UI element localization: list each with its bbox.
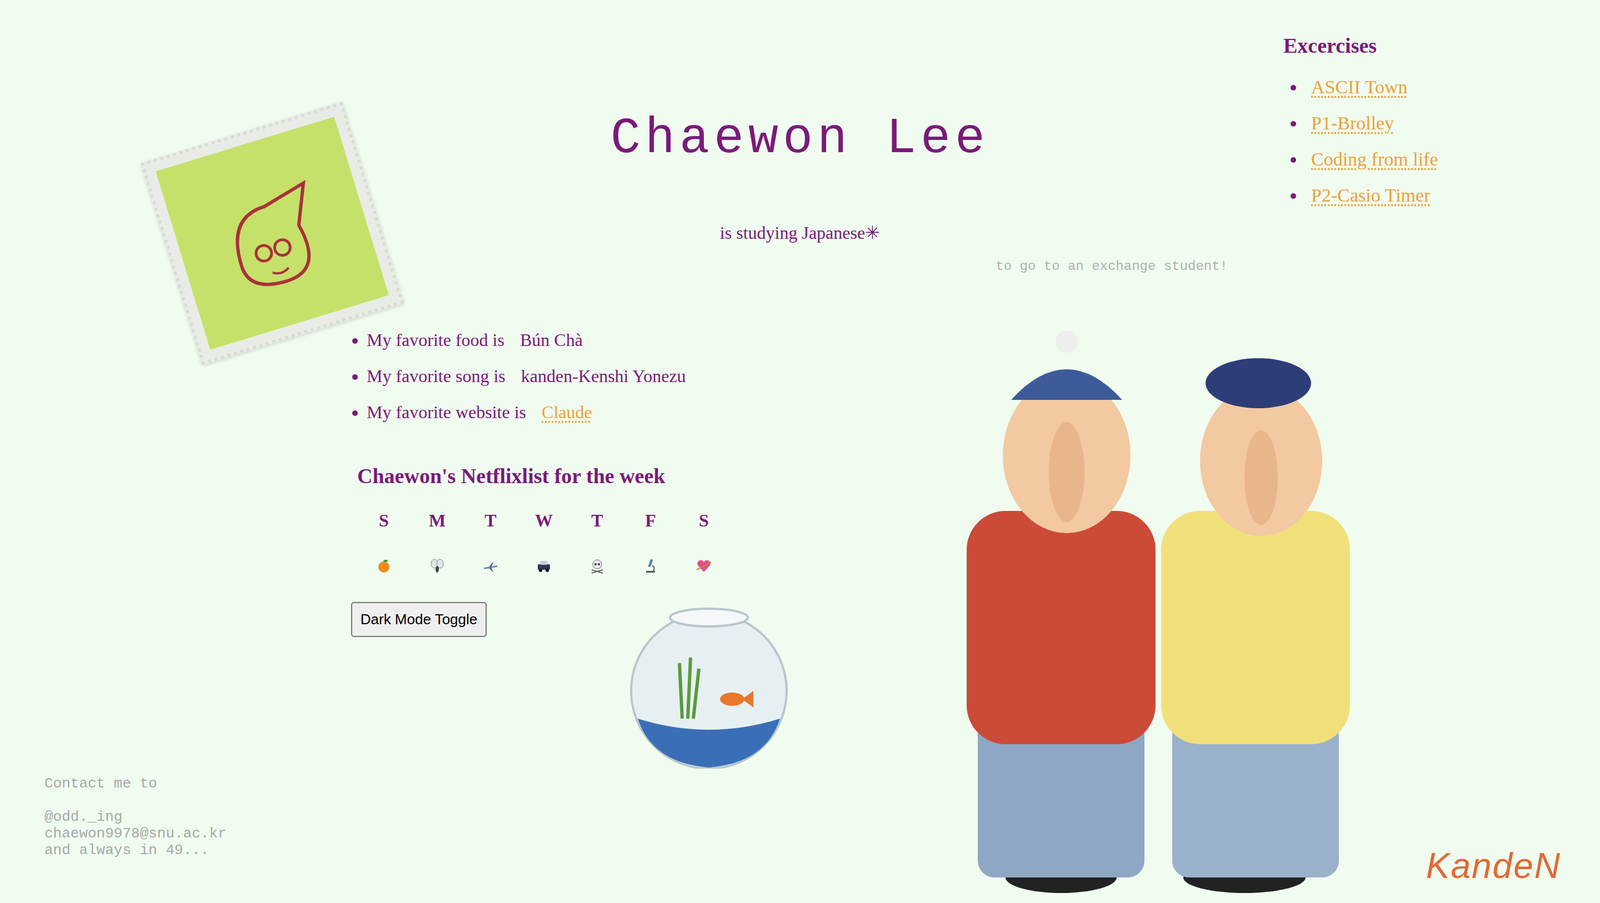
bottom-row: Dark Mode Toggle xyxy=(351,602,945,769)
day-label: T xyxy=(591,510,603,532)
day-label: M xyxy=(428,510,446,532)
favorite-item: My favorite website is Claude xyxy=(366,394,945,431)
exercise-link[interactable]: ASCII Town xyxy=(1311,76,1408,98)
exercises: Excercises ASCII Town P1-Brolley Coding fro… xyxy=(1283,0,1600,284)
exercises-heading: Excercises xyxy=(1283,33,1600,58)
day-label: S xyxy=(698,510,709,532)
page: Contact me to @odd._ingchaewon9978@snu.ac… xyxy=(0,0,1600,903)
contact: Contact me to @odd._ingchaewon9978@snu.ac… xyxy=(0,775,334,903)
aside-note: to go to an exchange student! xyxy=(995,258,1228,274)
stamp-cell xyxy=(0,0,334,903)
header: Chaewon Lee is studying Japanese✳ to go to… xyxy=(333,0,1600,284)
favorite-item: My favorite food is Bún Chà xyxy=(366,322,945,359)
favorite-label: My favorite song is xyxy=(366,358,506,395)
fishbowl-image xyxy=(626,602,792,769)
content: My favorite food isBún ChàMy favorite so… xyxy=(333,283,945,903)
exercise-link[interactable]: P1-Brolley xyxy=(1311,112,1394,134)
car-icon xyxy=(535,557,553,575)
astro-boy-icon xyxy=(196,157,349,310)
pat-and-mat-photo xyxy=(950,327,1389,895)
stamp-image xyxy=(140,101,404,365)
day-column: T xyxy=(463,510,518,575)
stamp-picture xyxy=(155,116,389,350)
heart-icon xyxy=(695,557,713,575)
exercise-item: ASCII Town xyxy=(1305,68,1600,105)
dark-mode-button[interactable]: Dark Mode Toggle xyxy=(351,602,487,638)
contact-heading: Contact me to xyxy=(44,775,334,793)
contact-line: @odd._ing xyxy=(44,808,334,826)
subtitle: is studying Japanese✳ xyxy=(720,222,880,244)
favorite-value: kanden-Kenshi Yonezu xyxy=(521,358,687,395)
day-label: W xyxy=(535,510,553,532)
day-column: M xyxy=(410,510,464,575)
favorites-list: My favorite food isBún ChàMy favorite so… xyxy=(333,322,945,431)
contact-line: chaewon9978@snu.ac.kr xyxy=(44,825,334,843)
page-title: Chaewon Lee xyxy=(610,111,990,167)
exercise-item: P2-Casio Timer xyxy=(1305,177,1600,214)
fishbowl-icon xyxy=(626,602,792,769)
day-column: W xyxy=(517,510,571,575)
netflix-week: SMTWTFS xyxy=(357,510,945,575)
day-column: S xyxy=(677,510,731,575)
exercise-link[interactable]: P2-Casio Timer xyxy=(1311,185,1430,206)
day-label: S xyxy=(378,510,389,532)
contact-line: and always in 49... xyxy=(44,842,334,859)
orange-icon xyxy=(375,557,393,575)
fly-icon xyxy=(428,557,446,575)
day-column: S xyxy=(357,510,411,575)
favorite-label: My favorite food is xyxy=(366,322,505,359)
skull-icon xyxy=(588,557,606,575)
microscope-icon xyxy=(642,557,659,575)
right-body: KandeN xyxy=(944,283,1600,903)
day-column: F xyxy=(623,510,678,575)
favorite-label: My favorite website is xyxy=(366,394,527,431)
exercise-link[interactable]: Coding from life xyxy=(1311,148,1439,170)
pat-and-mat-icon xyxy=(950,327,1389,895)
exercises-list: ASCII Town P1-Brolley Coding from life P2-C… xyxy=(1283,68,1600,214)
kanden-logo: KandeN xyxy=(1426,845,1562,887)
favorite-link[interactable]: Claude xyxy=(541,394,593,431)
netflix-heading: Chaewon's Netflixlist for the week xyxy=(357,463,945,489)
day-column: T xyxy=(570,510,624,575)
exercise-item: Coding from life xyxy=(1305,141,1600,178)
plane-icon xyxy=(482,557,499,575)
favorite-item: My favorite song is kanden-Kenshi Yonezu xyxy=(366,358,945,395)
day-label: T xyxy=(484,510,497,532)
day-label: F xyxy=(645,510,657,532)
exercise-item: P1-Brolley xyxy=(1305,105,1600,142)
favorite-value: Bún Chà xyxy=(520,322,583,359)
